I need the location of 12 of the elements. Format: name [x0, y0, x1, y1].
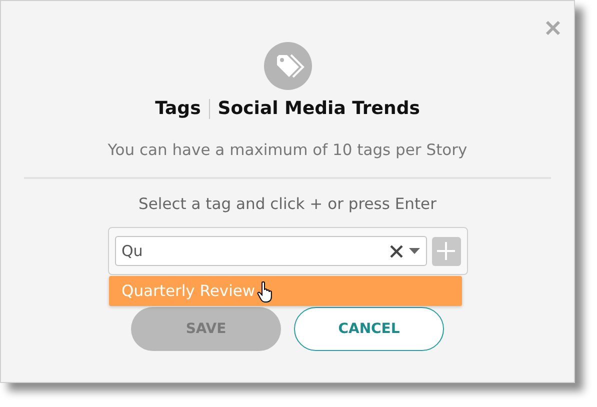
tag-icon: [264, 42, 312, 90]
tag-combobox[interactable]: Qu: [114, 236, 426, 266]
plus-icon: [436, 241, 456, 261]
caret-icon[interactable]: [408, 248, 420, 254]
story-title: Social Media Trends: [218, 98, 420, 119]
clear-icon[interactable]: [390, 244, 402, 258]
subtitle: You can have a maximum of 10 tags per Story: [108, 141, 468, 159]
hand-cursor-icon: [256, 281, 274, 303]
instruction-text: Select a tag and click + or press Enter: [138, 195, 436, 213]
tag-input-field[interactable]: Qu: [122, 242, 384, 260]
cancel-button[interactable]: CANCEL: [294, 307, 444, 351]
dialog-title: Tags: [155, 98, 201, 119]
